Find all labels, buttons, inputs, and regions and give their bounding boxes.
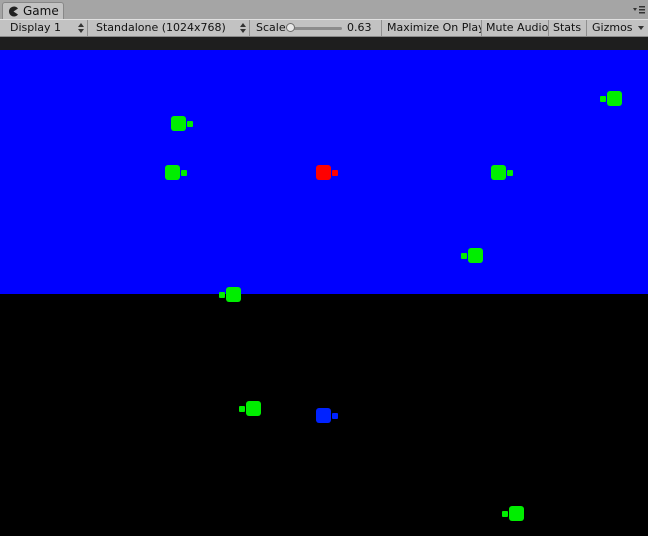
player-body bbox=[316, 165, 331, 180]
ally-nub bbox=[332, 413, 338, 419]
enemy-body bbox=[165, 165, 180, 180]
scale-label: Scale bbox=[256, 21, 286, 34]
pacman-game-icon bbox=[9, 6, 18, 17]
window-menu-icon[interactable] bbox=[632, 3, 646, 15]
scale-control: Scale 0.63 bbox=[250, 20, 382, 36]
maximize-label: Maximize On Play bbox=[387, 21, 482, 34]
enemy-nub bbox=[181, 170, 187, 176]
enemy-body bbox=[226, 287, 241, 302]
scale-value: 0.63 bbox=[347, 21, 372, 34]
letterbox-bar bbox=[0, 37, 648, 50]
enemy-nub bbox=[187, 121, 193, 127]
updown-arrows-icon bbox=[240, 23, 246, 33]
enemy-nub bbox=[507, 170, 513, 176]
game-toolbar: Display 1 Standalone (1024x768) Scale 0.… bbox=[0, 19, 648, 37]
game-window: Game Display 1 Standalone (1024x768) Sca… bbox=[0, 0, 648, 536]
resolution-label: Standalone (1024x768) bbox=[96, 21, 226, 34]
gizmos-dropdown[interactable]: Gizmos bbox=[587, 20, 648, 36]
enemy-body bbox=[491, 165, 506, 180]
enemy-nub bbox=[461, 253, 467, 259]
stats-label: Stats bbox=[553, 21, 582, 34]
enemy-body bbox=[468, 248, 483, 263]
updown-arrows-icon bbox=[78, 23, 84, 33]
tab-label: Game bbox=[23, 4, 59, 18]
stats-toggle[interactable]: Stats bbox=[549, 20, 587, 36]
display-label: Display 1 bbox=[10, 21, 62, 34]
enemy-body bbox=[607, 91, 622, 106]
enemy-body bbox=[171, 116, 186, 131]
enemy-nub bbox=[239, 406, 245, 412]
enemy-nub bbox=[502, 511, 508, 517]
tab-strip: Game bbox=[0, 0, 648, 20]
enemy-nub bbox=[600, 96, 606, 102]
display-dropdown[interactable]: Display 1 bbox=[0, 20, 88, 36]
ally-body bbox=[316, 408, 331, 423]
player-nub bbox=[332, 170, 338, 176]
enemy-body bbox=[246, 401, 261, 416]
scale-slider-track[interactable] bbox=[290, 27, 342, 30]
maximize-on-play-toggle[interactable]: Maximize On Play bbox=[382, 20, 482, 36]
scale-slider-thumb[interactable] bbox=[286, 23, 295, 32]
gizmos-label: Gizmos bbox=[592, 21, 633, 34]
tab-game[interactable]: Game bbox=[2, 2, 64, 19]
mute-label: Mute Audio bbox=[486, 21, 549, 34]
chevron-down-icon bbox=[638, 26, 644, 30]
enemy-body bbox=[509, 506, 524, 521]
enemy-nub bbox=[219, 292, 225, 298]
mute-audio-toggle[interactable]: Mute Audio bbox=[482, 20, 549, 36]
resolution-dropdown[interactable]: Standalone (1024x768) bbox=[88, 20, 250, 36]
game-viewport[interactable] bbox=[0, 50, 648, 536]
sprite-layer bbox=[0, 50, 648, 536]
